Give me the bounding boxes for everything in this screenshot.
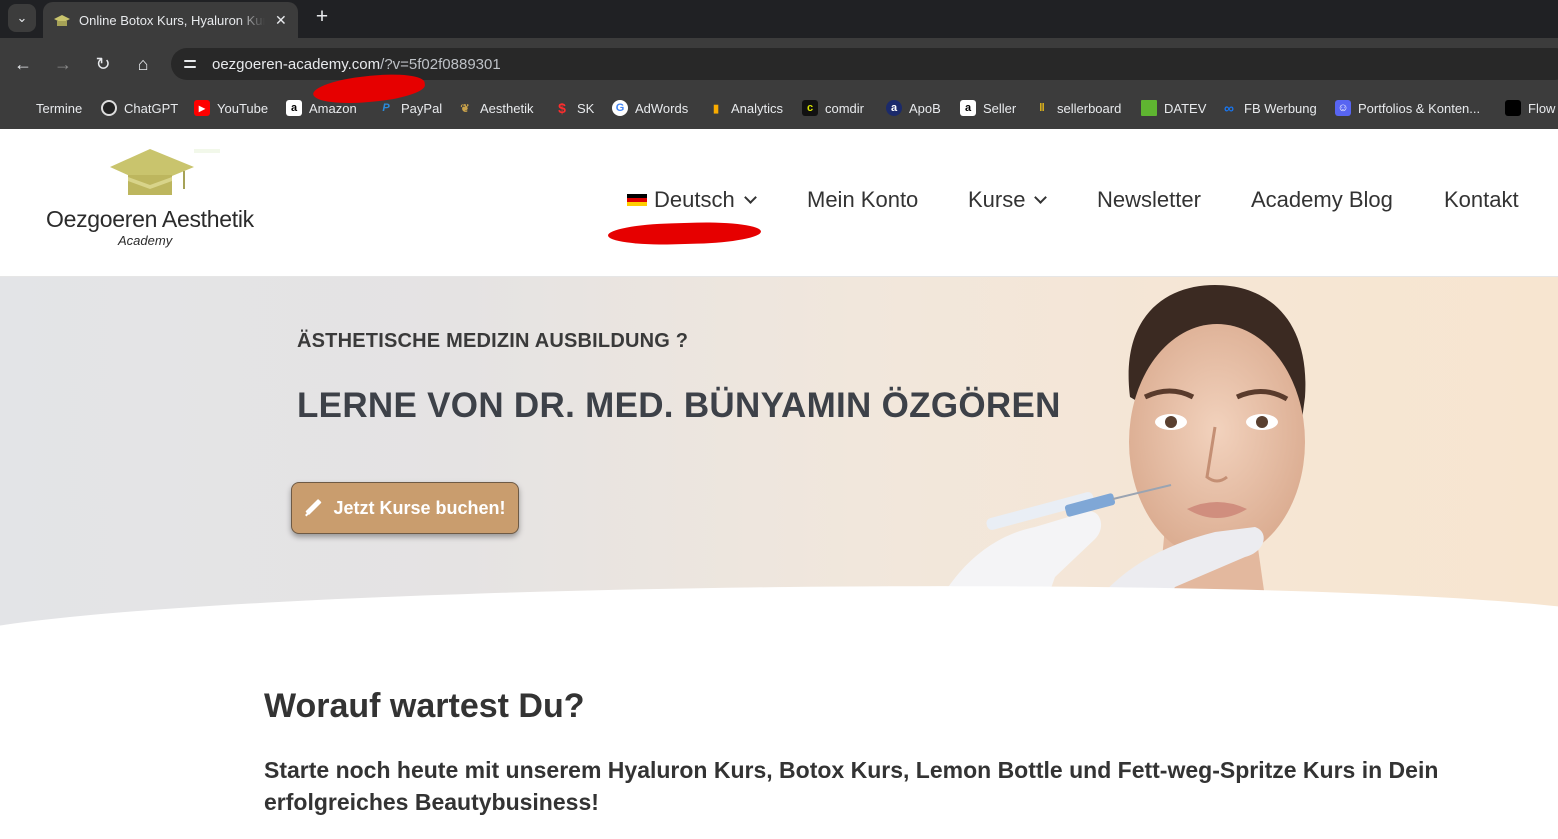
amazon-icon: a (286, 100, 302, 116)
bookmark-datev[interactable]: DATEV (1141, 98, 1206, 118)
nav-language-label: Deutsch (654, 187, 735, 212)
hero-kicker: ÄSTHETISCHE MEDIZIN AUSBILDUNG ? (297, 330, 689, 352)
bookmark-label: YouTube (217, 100, 269, 116)
sellerboard-icon: ‖ (1039, 102, 1045, 114)
openai-icon (101, 100, 117, 116)
bookmark-label: Aesthetik (480, 100, 534, 116)
academy-favicon-icon (54, 12, 70, 28)
bookmark-label: AdWords (635, 100, 689, 116)
url-path: /?v=5f02f0889301 (380, 56, 501, 73)
bookmark-label: Seller (983, 100, 1017, 116)
nav-academy-blog[interactable]: Academy Blog (1251, 187, 1393, 213)
nav-mein-konto[interactable]: Mein Konto (807, 187, 918, 213)
bookmark-flow[interactable]: Flow (1505, 98, 1555, 118)
flow-icon (1505, 100, 1521, 116)
bookmark-aesthetik[interactable]: ❦ Aesthetik (457, 98, 533, 118)
sparkasse-icon: $ (558, 100, 566, 116)
hero-banner: ÄSTHETISCHE MEDIZIN AUSBILDUNG ? LERNE V… (0, 277, 1558, 633)
tab-title: Online Botox Kurs, Hyaluron Kurs (79, 12, 265, 28)
bookmark-apob[interactable]: a ApoB (886, 98, 941, 118)
active-tab[interactable]: Online Botox Kurs, Hyaluron Kurs ✕ (43, 2, 298, 38)
bookmark-label: ApoB (909, 100, 941, 116)
hero-title: LERNE VON DR. MED. BÜNYAMIN ÖZGÖREN (297, 386, 1061, 425)
hero-portrait-image (925, 285, 1306, 633)
graduation-cap-icon (110, 149, 220, 195)
bookmark-seller[interactable]: a Seller (960, 98, 1016, 118)
nav-kontakt[interactable]: Kontakt (1444, 187, 1519, 213)
bookmark-analytics[interactable]: ▮ Analytics (708, 98, 783, 118)
back-arrow-icon[interactable]: ← (10, 51, 36, 77)
bookmarks-bar: Termine ChatGPT ▶ YouTube a Amazon P PayPal… (0, 90, 1558, 129)
nav-newsletter[interactable]: Newsletter (1097, 187, 1201, 213)
bookmark-fb-werbung[interactable]: ∞ FB Werbung (1221, 98, 1317, 118)
bookmark-youtube[interactable]: ▶ YouTube (194, 98, 268, 118)
chevron-down-icon (743, 191, 757, 204)
chevron-down-icon (1034, 191, 1048, 204)
browser-tab-strip: ⌄ Online Botox Kurs, Hyaluron Kurs ✕ + (0, 0, 1558, 38)
site-info-icon[interactable] (179, 53, 201, 75)
bookmark-paypal[interactable]: P PayPal (378, 98, 442, 118)
bookmark-label: comdir (825, 100, 865, 116)
bookmark-sk[interactable]: $ SK (554, 98, 594, 118)
syringe-icon (304, 498, 323, 517)
apob-icon: a (886, 100, 902, 116)
new-tab-button[interactable]: + (311, 4, 333, 30)
bookmark-chatgpt[interactable]: ChatGPT (101, 98, 178, 118)
youtube-icon: ▶ (194, 100, 210, 116)
url-domain: oezgoeren-academy.com (212, 56, 381, 73)
bookmark-label: Analytics (731, 100, 784, 116)
nav-language-selector[interactable]: Deutsch (627, 187, 757, 213)
logo-subtitle: Academy (118, 233, 173, 248)
bookmark-label: ChatGPT (124, 100, 179, 116)
intro-text: Starte noch heute mit unserem Hyaluron K… (264, 757, 1439, 815)
bookmark-adwords[interactable]: G AdWords (612, 98, 688, 118)
bookmark-label: FB Werbung (1244, 100, 1317, 116)
discord-icon: ☺ (1335, 100, 1351, 116)
bookmark-label: DATEV (1164, 100, 1207, 116)
browser-toolbar: ← → ↻ ⌂ oezgoeren-academy.com/?v=5f02f08… (0, 38, 1558, 90)
amazon-icon: a (960, 100, 976, 116)
close-tab-icon[interactable]: ✕ (275, 12, 287, 29)
bookmark-label: Flow (1528, 100, 1556, 116)
bookmark-termine[interactable]: Termine (36, 98, 82, 118)
logo-name: Oezgoeren Aesthetik (46, 206, 254, 232)
bookmark-comdir[interactable]: c comdir (802, 98, 864, 118)
home-icon[interactable]: ⌂ (130, 51, 156, 77)
paypal-icon: P (382, 102, 390, 114)
bookmark-sellerboard[interactable]: ‖ sellerboard (1034, 98, 1121, 118)
url-text[interactable]: oezgoeren-academy.com/?v=5f02f0889301 (212, 56, 501, 73)
reload-icon[interactable]: ↻ (90, 51, 116, 77)
germany-flag-icon (627, 193, 647, 207)
bookmark-portfolios[interactable]: ☺ Portfolios & Konten... (1335, 98, 1480, 118)
bookmark-label: sellerboard (1057, 100, 1122, 116)
lotus-icon: ❦ (460, 102, 470, 115)
nav-kurse[interactable]: Kurse (968, 187, 1048, 213)
comdir-icon: c (802, 100, 818, 116)
google-icon: G (612, 100, 628, 116)
analytics-icon: ▮ (712, 102, 720, 115)
bookmark-label: PayPal (401, 100, 443, 116)
bookmark-label: Termine (36, 100, 83, 116)
bookmark-label: Portfolios & Konten... (1358, 100, 1481, 116)
academy-logo[interactable]: Oezgoeren Aesthetik Academy (46, 149, 266, 249)
book-courses-button[interactable]: Jetzt Kurse buchen! (291, 482, 519, 534)
meta-icon: ∞ (1224, 100, 1234, 116)
forward-arrow-icon[interactable]: → (50, 51, 76, 77)
nav-kurse-label: Kurse (968, 187, 1026, 212)
bookmark-label: SK (577, 100, 595, 116)
site-header: Oezgoeren Aesthetik Academy Deutsch Mein… (0, 129, 1558, 277)
intro-heading: Worauf wartest Du? (264, 687, 585, 725)
datev-icon (1141, 100, 1157, 116)
tab-search-button[interactable]: ⌄ (8, 4, 36, 32)
cta-label: Jetzt Kurse buchen! (333, 497, 506, 518)
